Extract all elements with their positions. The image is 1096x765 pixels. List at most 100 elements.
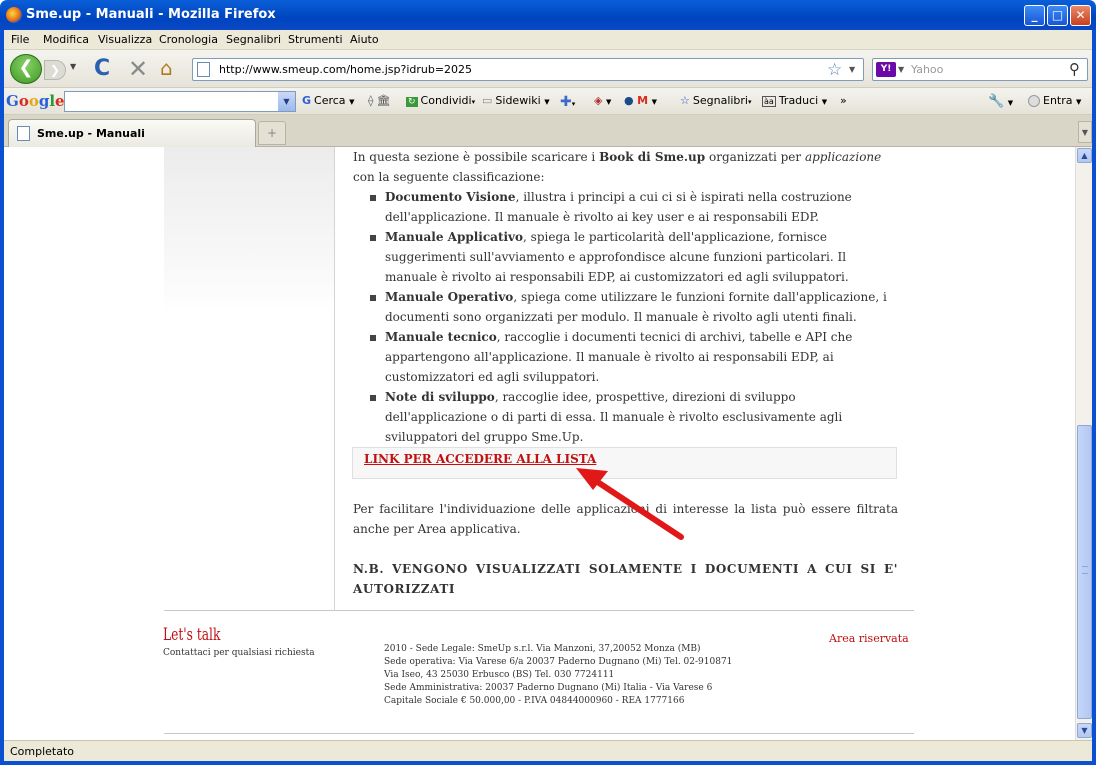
close-button[interactable]: ✕ xyxy=(1070,5,1091,26)
address-line: 2010 - Sede Legale: SmeUp s.r.l. Via Man… xyxy=(384,644,701,654)
user-circle-icon xyxy=(1028,95,1040,107)
footer-bottom-divider xyxy=(164,733,914,734)
grip-icon xyxy=(1082,566,1088,574)
translate-icon: àa xyxy=(762,96,776,107)
status-text: Completato xyxy=(10,745,75,758)
menu-bar: File Modifica Visualizza Cronologia Segn… xyxy=(4,30,1092,50)
lets-talk-heading: Let's talk xyxy=(163,625,221,645)
address-line: Sede Amministrativa: 20037 Paderno Dugna… xyxy=(384,683,713,693)
more-button[interactable]: » xyxy=(840,94,847,107)
cerca-button[interactable]: G Cerca ▼ xyxy=(302,94,354,107)
footer-divider xyxy=(164,610,914,611)
menu-modifica[interactable]: Modifica xyxy=(43,33,89,46)
globe-icon: ● xyxy=(624,94,634,107)
list-item: Note di sviluppo, raccoglie idee, prospe… xyxy=(353,387,898,447)
scrollbar-thumb[interactable] xyxy=(1077,425,1092,719)
sidewiki-icon: ▭ xyxy=(482,94,493,107)
search-input[interactable]: Yahoo xyxy=(911,63,943,76)
tab-sme-up-manuali[interactable]: Sme.up - Manuali xyxy=(8,119,256,147)
title-bar: Sme.up - Manuali - Mozilla Firefox _ □ ✕ xyxy=(0,0,1096,30)
tab-strip: Sme.up - Manuali + ▼ xyxy=(4,115,1092,147)
left-column-background xyxy=(164,147,334,312)
entra-label: Entra xyxy=(1043,94,1073,107)
window-frame-bottom xyxy=(0,761,1096,765)
plus-icon: ✚ xyxy=(560,94,572,110)
chevron-down-icon: ▼ xyxy=(349,98,355,106)
window-frame-right xyxy=(1092,30,1096,765)
pagerank-icon: ⟠ xyxy=(368,94,374,107)
yahoo-engine-icon[interactable]: Y! xyxy=(876,62,896,77)
google-logo: Google xyxy=(6,92,65,110)
bookmark-button[interactable]: ◈ ▼ xyxy=(594,94,611,107)
google-g-icon: G xyxy=(302,94,312,107)
engine-dropdown-icon[interactable]: ▼ xyxy=(898,65,904,74)
scroll-up-arrow-icon[interactable]: ▲ xyxy=(1077,148,1092,163)
gmail-button[interactable]: ● M ▼ xyxy=(624,94,657,107)
manual-type-list: Documento Visione, illustra i principi a… xyxy=(353,187,898,447)
history-dropdown-icon[interactable]: ▼ xyxy=(70,62,76,71)
stop-icon[interactable]: ✕ xyxy=(128,55,148,83)
navigation-toolbar: ❮ ❯ ▼ C ✕ ⌂ http://www.smeup.com/home.js… xyxy=(4,50,1092,88)
traduci-label: Traduci xyxy=(778,94,819,107)
search-bar[interactable]: Y! ▼ Yahoo ⚲ xyxy=(872,58,1088,81)
new-tab-button[interactable]: + xyxy=(258,121,286,145)
tab-list-icon[interactable]: ▼ xyxy=(1078,121,1092,143)
menu-aiuto[interactable]: Aiuto xyxy=(350,33,379,46)
back-button[interactable]: ❮ xyxy=(10,54,42,84)
list-item: Manuale Operativo, spiega come utilizzar… xyxy=(353,287,898,327)
page-content: In questa sezione è possibile scaricare … xyxy=(4,147,1075,740)
star-icon: ☆ xyxy=(680,94,690,107)
red-arrow-annotation xyxy=(576,468,684,540)
condividi-label: Condividi xyxy=(420,94,472,107)
intro-paragraph: In questa sezione è possibile scaricare … xyxy=(353,150,882,184)
list-item: Manuale tecnico, raccoglie i documenti t… xyxy=(353,327,898,387)
museum-icon: 🏛 xyxy=(376,94,391,107)
address-line: Sede operativa: Via Varese 6/a 20037 Pad… xyxy=(384,657,733,667)
list-item: Manuale Applicativo, spiega le particola… xyxy=(353,227,898,287)
menu-cronologia[interactable]: Cronologia xyxy=(159,33,218,46)
settings-button[interactable]: 🔧 ▼ xyxy=(988,94,1013,109)
menu-visualizza[interactable]: Visualizza xyxy=(98,33,152,46)
sidewiki-label: Sidewiki xyxy=(495,94,541,107)
address-line: Via Iseo, 43 25030 Erbusco (BS) Tel. 030… xyxy=(384,670,615,680)
cerca-label: Cerca xyxy=(314,94,346,107)
scroll-down-arrow-icon[interactable]: ▼ xyxy=(1077,723,1092,738)
menu-segnalibri[interactable]: Segnalibri xyxy=(226,33,281,46)
menu-strumenti[interactable]: Strumenti xyxy=(288,33,343,46)
contact-text: Contattaci per qualsiasi richiesta xyxy=(163,648,315,658)
chevron-down-icon[interactable]: ▼ xyxy=(278,92,295,111)
window-title: Sme.up - Manuali - Mozilla Firefox xyxy=(26,7,276,22)
sidewiki-button[interactable]: ▭ Sidewiki ▼ xyxy=(482,94,550,107)
vertical-scrollbar[interactable]: ▲ ▼ xyxy=(1075,147,1092,740)
plus-button[interactable]: ✚▾ xyxy=(560,94,575,110)
url-dropdown-icon[interactable]: ▼ xyxy=(849,65,855,74)
google-toolbar: Google ▼ G Cerca ▼ ⟠ 🏛 ↻ Condividi▾ ▭ Sidewi… xyxy=(4,88,1092,115)
bookmark-star-icon[interactable]: ☆ xyxy=(827,60,842,80)
reload-icon[interactable]: C xyxy=(94,56,110,81)
list-item: Documento Visione, illustra i principi a… xyxy=(353,187,898,227)
share-icon: ↻ xyxy=(406,97,418,107)
home-icon[interactable]: ⌂ xyxy=(160,56,173,80)
forward-button[interactable]: ❯ xyxy=(44,60,66,80)
traduci-button[interactable]: àa Traduci ▼ xyxy=(762,94,827,107)
menu-file[interactable]: File xyxy=(11,33,29,46)
toolbar-icons-group[interactable]: ⟠ 🏛 xyxy=(368,94,393,107)
address-line: Capitale Sociale € 50.000,00 - P.IVA 048… xyxy=(384,696,685,706)
reserved-area-link[interactable]: Area riservata xyxy=(829,632,909,645)
address-block: 2010 - Sede Legale: SmeUp s.r.l. Via Man… xyxy=(384,643,732,708)
segnalibri-button[interactable]: ☆ Segnalibri▾ xyxy=(680,94,752,107)
page-favicon-icon xyxy=(17,126,30,141)
minimize-button[interactable]: _ xyxy=(1024,5,1045,26)
url-bar[interactable]: http://www.smeup.com/home.jsp?idrub=2025… xyxy=(192,58,864,81)
bookmarks-icon: ◈ xyxy=(594,94,603,107)
firefox-icon xyxy=(6,7,22,23)
condividi-button[interactable]: ↻ Condividi▾ xyxy=(406,94,475,107)
tab-label: Sme.up - Manuali xyxy=(37,127,145,140)
page-favicon-icon xyxy=(197,62,210,77)
maximize-button[interactable]: □ xyxy=(1047,5,1068,26)
search-icon[interactable]: ⚲ xyxy=(1069,60,1080,78)
url-text[interactable]: http://www.smeup.com/home.jsp?idrub=2025 xyxy=(219,63,472,76)
google-search-input[interactable]: ▼ xyxy=(64,91,296,112)
entra-button[interactable]: Entra ▼ xyxy=(1028,94,1081,107)
wrench-icon: 🔧 xyxy=(988,94,1005,109)
